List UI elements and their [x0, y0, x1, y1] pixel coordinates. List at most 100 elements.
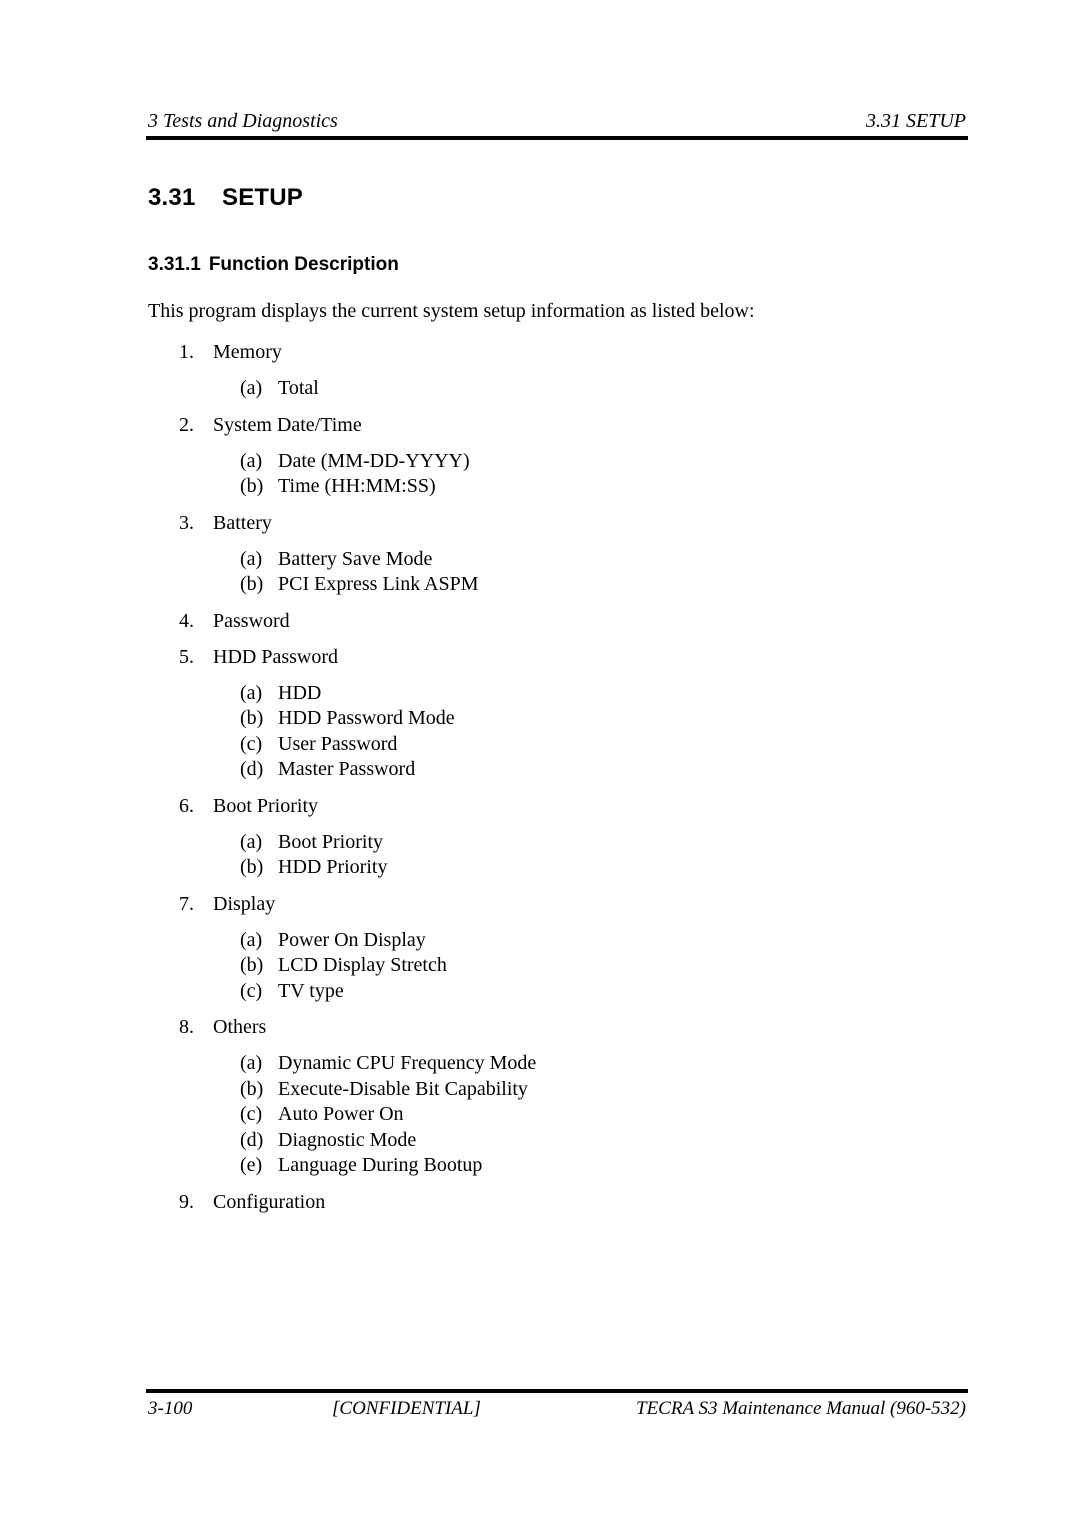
sub-list-item: (b) HDD Priority: [148, 855, 948, 881]
sub-list-item-label: Total: [278, 377, 319, 399]
sub-list-item: (d) Master Password: [148, 757, 948, 783]
list-item-number: 2.: [179, 413, 194, 436]
footer-rule: [146, 1389, 968, 1393]
sub-list-item-label: Power On Display: [278, 928, 426, 951]
subsection-title-text: Function Description: [208, 254, 399, 275]
sub-list-item: (b) Time (HH:MM:SS): [148, 474, 948, 500]
list-item: 7. Display (a) Power On Display (b) LCD Displ…: [148, 892, 948, 1005]
section-number: 3.31: [148, 184, 196, 211]
list-item-row: 7. Display: [148, 892, 948, 917]
header-rule: [146, 136, 968, 140]
sub-list: (a) Dynamic CPU Frequency Mode (b) Execute-…: [148, 1051, 948, 1179]
sub-list-item-label: Language During Bootup: [278, 1154, 483, 1176]
sub-list-item: (c) TV type: [148, 979, 948, 1005]
section-title: 3.31 SETUP: [148, 184, 303, 212]
list-item: 5. HDD Password (a) HDD (b) HDD Password Mode…: [148, 645, 948, 783]
sub-list-item: (a) Total: [148, 376, 948, 402]
sub-list-item-letter: (a): [240, 1052, 263, 1074]
list-item-number: 9.: [179, 1190, 194, 1213]
sub-list-item-label: Auto Power On: [278, 1103, 404, 1125]
sub-list-item-letter: (d): [240, 1128, 264, 1151]
sub-list-item-label: Diagnostic Mode: [278, 1128, 417, 1151]
sub-list-item-letter: (b): [240, 856, 264, 878]
list-item-label: Others: [213, 1016, 267, 1038]
sub-list-item-label: HDD Password Mode: [278, 707, 455, 729]
sub-list-item: (a) Power On Display: [148, 928, 948, 954]
sub-list-item-label: Execute-Disable Bit Capability: [278, 1077, 528, 1100]
list-item-row: 8. Others: [148, 1015, 948, 1040]
list-item: 6. Boot Priority (a) Boot Priority (b) HDD Pr…: [148, 794, 948, 881]
sub-list-item-letter: (b): [240, 1077, 264, 1100]
list-item-label: Password: [213, 609, 290, 632]
list-item: 2. System Date/Time (a) Date (MM-DD-YYYY) (b…: [148, 413, 948, 500]
running-header: 3 Tests and Diagnostics 3.31 SETUP: [146, 110, 968, 136]
sub-list: (a) Total: [148, 376, 948, 402]
sub-list-item-label: TV type: [278, 979, 344, 1002]
header-chapter: 3 Tests and Diagnostics: [148, 110, 338, 132]
sub-list-item: (a) HDD: [148, 681, 948, 707]
sub-list-item-letter: (b): [240, 475, 264, 497]
list-item-number: 3.: [179, 511, 194, 534]
list-item-number: 8.: [179, 1016, 194, 1038]
list-item-row: 2. System Date/Time: [148, 413, 948, 438]
list-item: 8. Others (a) Dynamic CPU Frequency Mode (b)…: [148, 1015, 948, 1179]
sub-list-item-letter: (a): [240, 449, 263, 472]
sub-list-item-letter: (b): [240, 707, 264, 729]
sub-list-item-letter: (a): [240, 547, 263, 570]
subsection-number: 3.31.1: [148, 254, 201, 275]
sub-list-item: (d) Diagnostic Mode: [148, 1128, 948, 1154]
sub-list-item-label: Boot Priority: [278, 830, 384, 853]
document-page: 3 Tests and Diagnostics 3.31 SETUP 3.31 S…: [0, 0, 1080, 1528]
list-item-number: 4.: [179, 609, 194, 632]
list-item: 1. Memory (a) Total: [148, 340, 948, 402]
list-item: 4. Password: [148, 609, 948, 634]
sub-list-item: (b) HDD Password Mode: [148, 706, 948, 732]
sub-list-item: (e) Language During Bootup: [148, 1153, 948, 1179]
footer-manual-title: TECRA S3 Maintenance Manual (960-532): [636, 1398, 966, 1419]
list-item-label: Battery: [213, 511, 272, 534]
sub-list-item-label: HDD Priority: [278, 856, 388, 878]
sub-list-item-label: User Password: [278, 732, 398, 755]
sub-list-item-letter: (a): [240, 681, 263, 704]
sub-list-item: (b) Execute-Disable Bit Capability: [148, 1077, 948, 1103]
list-item-row: 3. Battery: [148, 511, 948, 536]
sub-list-item-letter: (c): [240, 1103, 263, 1125]
list-item-row: 6. Boot Priority: [148, 794, 948, 819]
sub-list-item-letter: (b): [240, 573, 264, 595]
sub-list-item-label: Time (HH:MM:SS): [278, 475, 436, 497]
sub-list: (a) Power On Display (b) LCD Display Stretc…: [148, 928, 948, 1005]
sub-list-item-label: PCI Express Link ASPM: [278, 573, 479, 595]
list-item-label: System Date/Time: [213, 413, 362, 436]
sub-list-item-letter: (a): [240, 928, 263, 951]
sub-list-item-label: Date (MM-DD-YYYY): [278, 449, 470, 472]
sub-list-item-letter: (d): [240, 758, 264, 780]
sub-list: (a) Boot Priority (b) HDD Priority: [148, 830, 948, 881]
list-item-number: 6.: [179, 794, 194, 817]
list-item-row: 1. Memory: [148, 340, 948, 365]
list-item-label: Configuration: [213, 1190, 326, 1213]
sub-list-item-letter: (c): [240, 979, 263, 1002]
list-item-number: 7.: [179, 892, 194, 915]
sub-list-item-letter: (a): [240, 830, 263, 853]
footer-confidential: [CONFIDENTIAL]: [332, 1398, 481, 1419]
list-item-row: 5. HDD Password: [148, 645, 948, 670]
list-item-number: 1.: [179, 341, 194, 363]
sub-list: (a) Date (MM-DD-YYYY) (b) Time (HH:MM:SS): [148, 449, 948, 500]
sub-list-item: (a) Boot Priority: [148, 830, 948, 856]
sub-list-item-label: Master Password: [278, 758, 416, 780]
sub-list-item: (a) Battery Save Mode: [148, 547, 948, 573]
sub-list-item-letter: (b): [240, 954, 264, 976]
sub-list-item: (c) User Password: [148, 732, 948, 758]
page-footer: 3-100 [CONFIDENTIAL] TECRA S3 Maintenanc…: [146, 1398, 968, 1422]
intro-paragraph: This program displays the current system…: [148, 300, 755, 322]
list-item-number: 5.: [179, 645, 194, 668]
sub-list-item: (c) Auto Power On: [148, 1102, 948, 1128]
list-item-label: HDD Password: [213, 645, 338, 668]
sub-list-item: (a) Date (MM-DD-YYYY): [148, 449, 948, 475]
sub-list-item-letter: (c): [240, 732, 263, 755]
sub-list-item-label: LCD Display Stretch: [278, 954, 447, 976]
footer-page-number: 3-100: [148, 1398, 193, 1419]
sub-list-item-label: Battery Save Mode: [278, 547, 433, 570]
list-item-label: Memory: [213, 341, 282, 363]
list-item-label: Boot Priority: [213, 794, 319, 817]
